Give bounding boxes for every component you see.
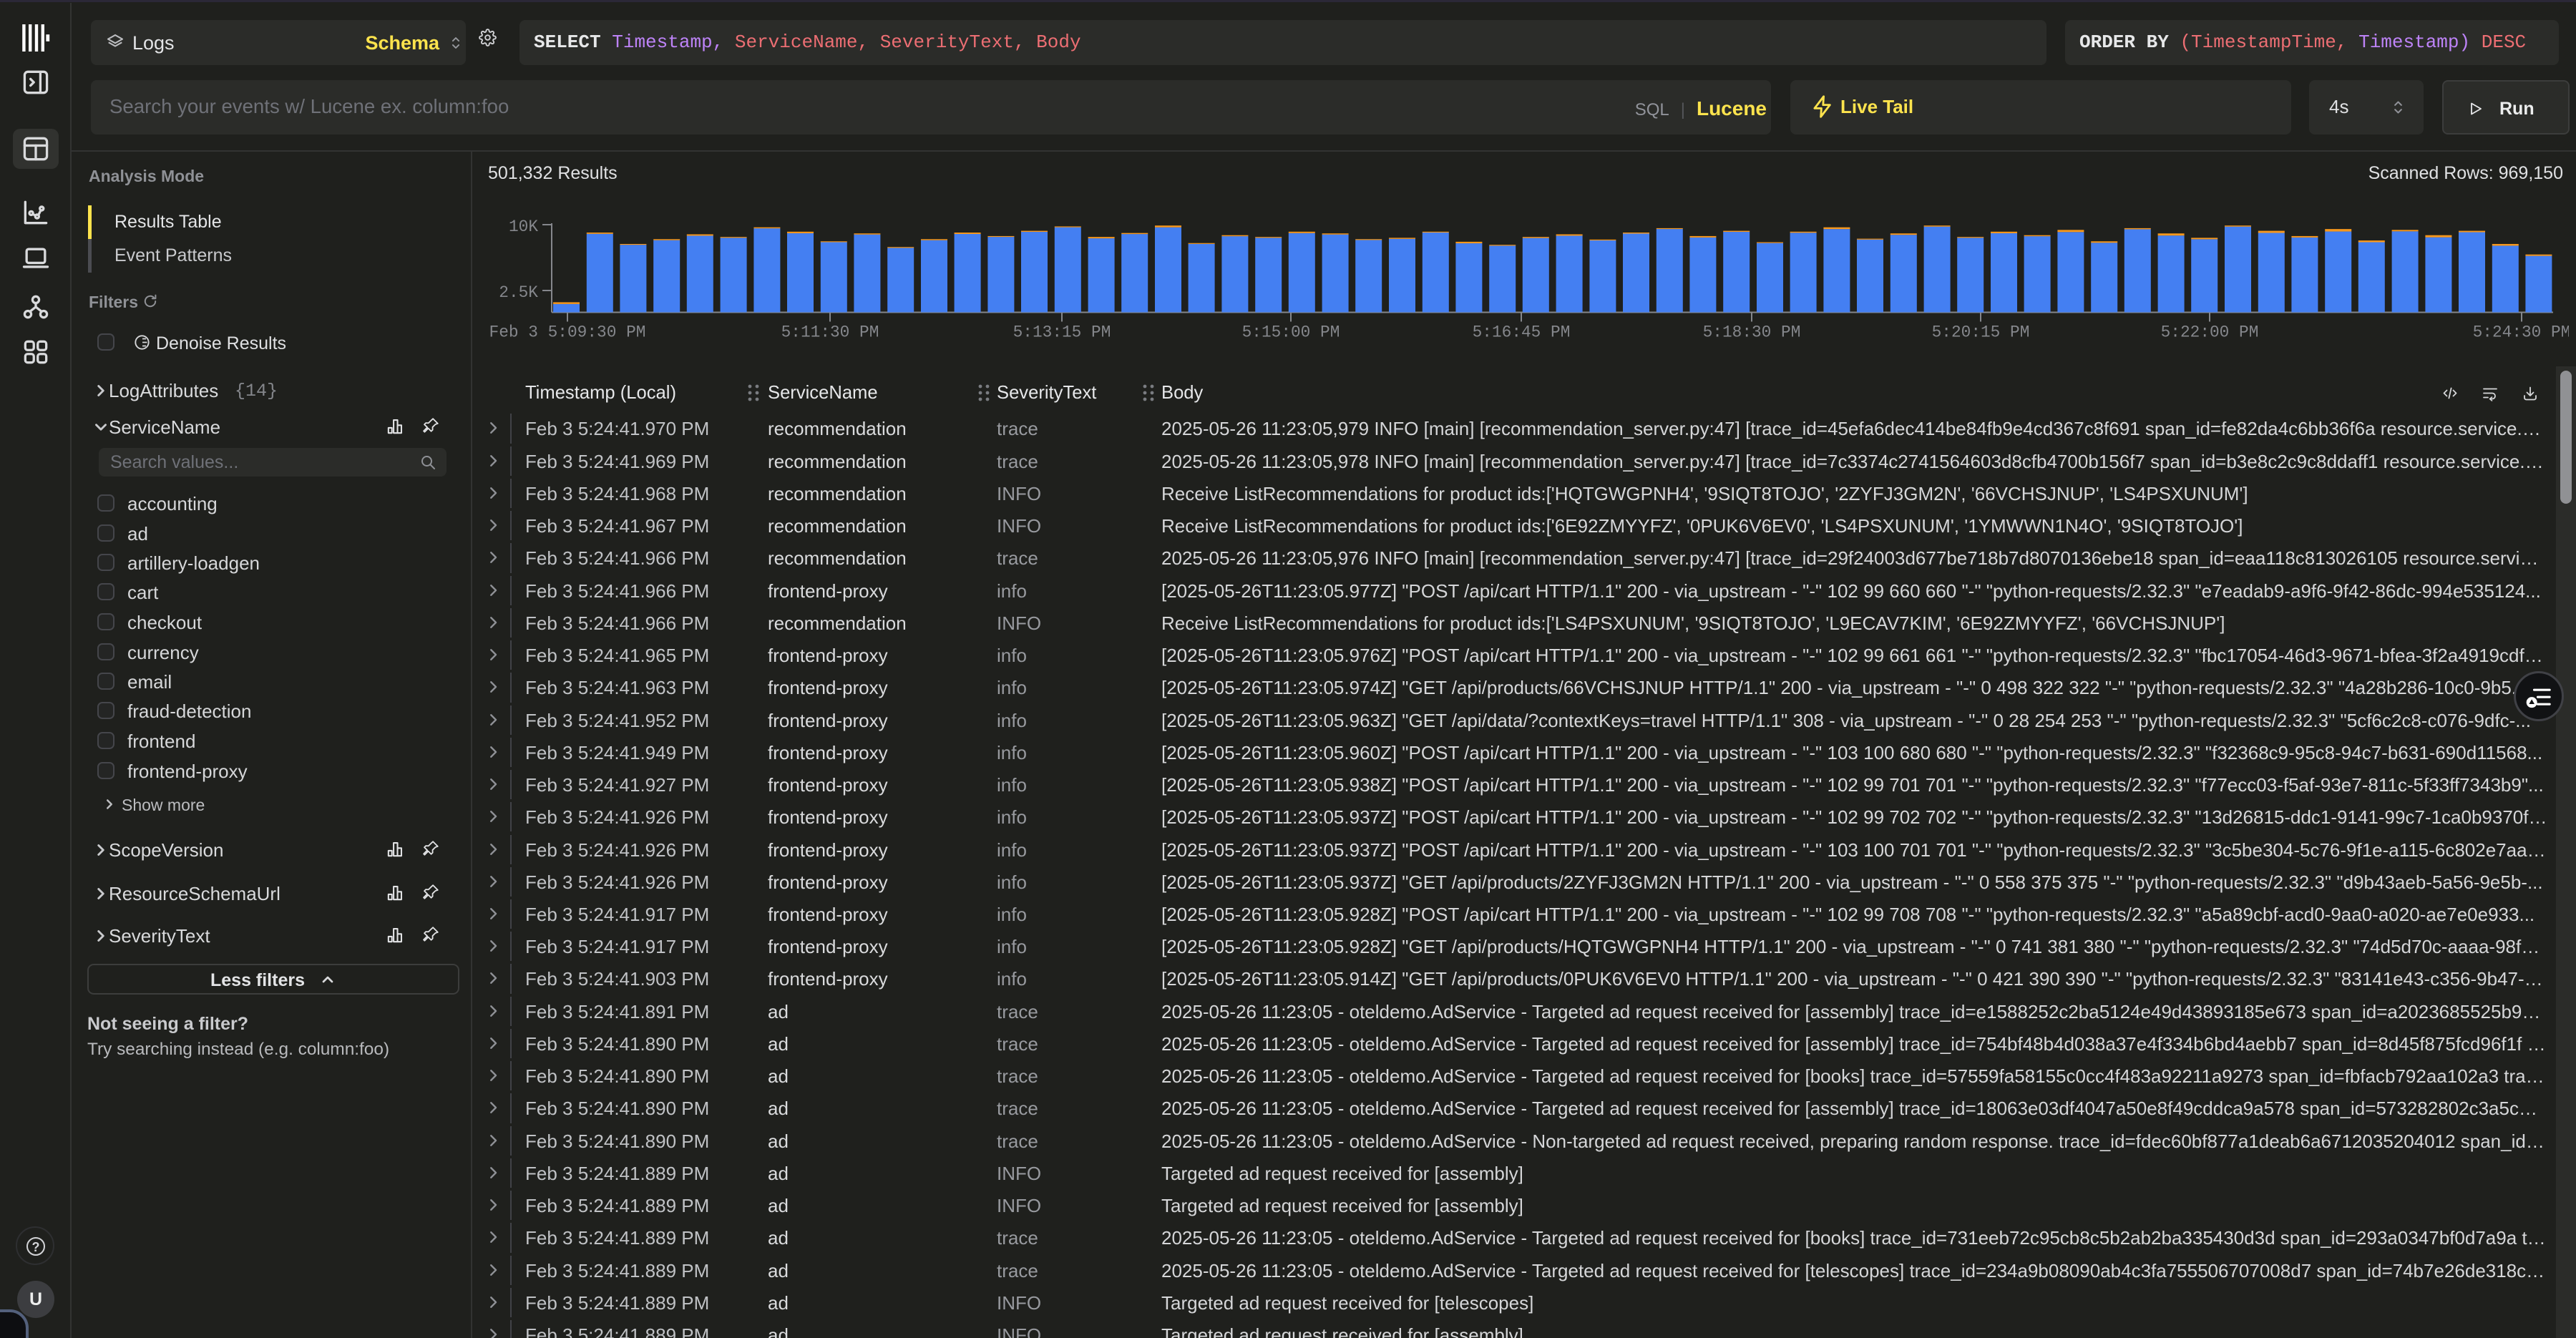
svg-text:10K: 10K xyxy=(509,218,538,236)
svg-text:Feb 3 5:09:30 PM: Feb 3 5:09:30 PM xyxy=(489,323,646,342)
svg-text:5:11:30 PM: 5:11:30 PM xyxy=(781,323,879,342)
svg-text:5:13:15 PM: 5:13:15 PM xyxy=(1013,323,1111,342)
svg-text:5:24:30 PM: 5:24:30 PM xyxy=(2473,323,2569,342)
svg-text:5:15:00 PM: 5:15:00 PM xyxy=(1242,323,1340,342)
svg-text:2.5K: 2.5K xyxy=(499,283,538,302)
svg-text:5:22:00 PM: 5:22:00 PM xyxy=(2161,323,2259,342)
svg-text:5:18:30 PM: 5:18:30 PM xyxy=(1703,323,1801,342)
svg-text:5:16:45 PM: 5:16:45 PM xyxy=(1473,323,1571,342)
svg-text:5:20:15 PM: 5:20:15 PM xyxy=(1932,323,2030,342)
